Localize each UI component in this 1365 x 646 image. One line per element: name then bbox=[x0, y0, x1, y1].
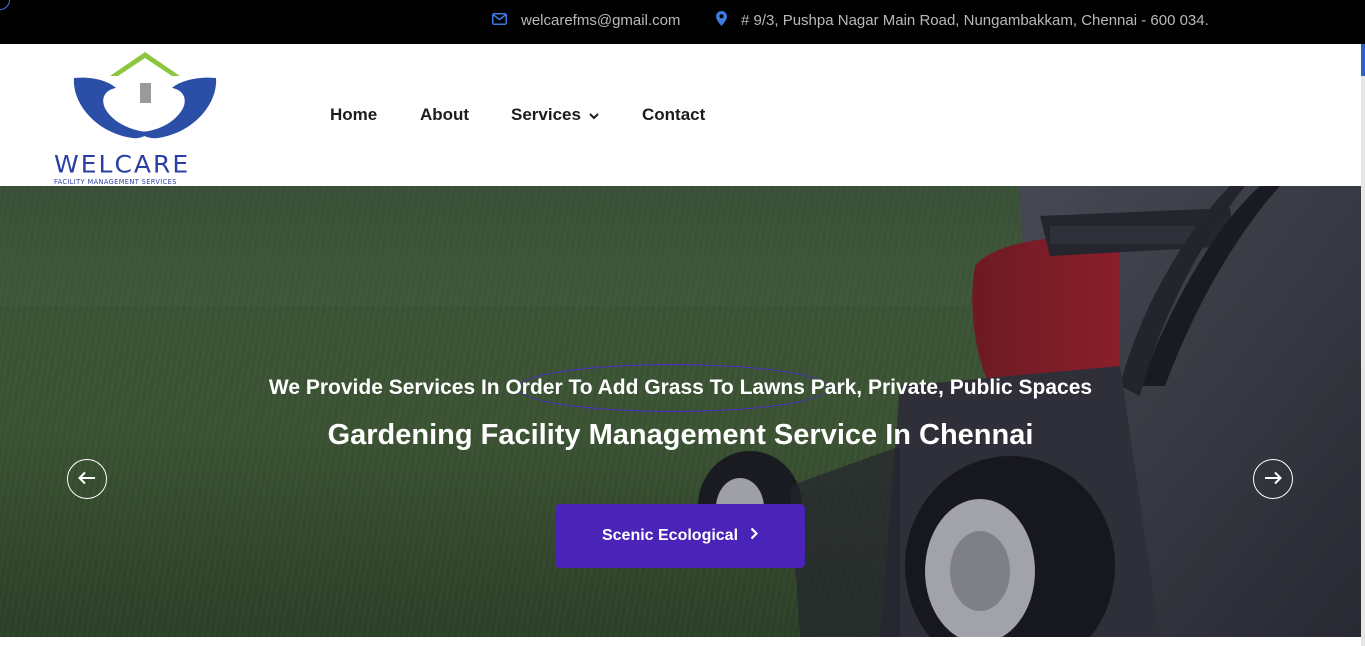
nav-services-label: Services bbox=[511, 105, 581, 124]
email-text[interactable]: welcarefms@gmail.com bbox=[521, 12, 680, 29]
nav-about-link[interactable]: About bbox=[420, 105, 469, 125]
page-bottom bbox=[0, 637, 1361, 646]
logo-hands-house-icon bbox=[73, 52, 217, 139]
chevron-down-icon bbox=[589, 105, 599, 125]
envelope-icon bbox=[492, 12, 507, 29]
scrollbar-thumb[interactable] bbox=[1361, 44, 1365, 76]
arrow-left-icon bbox=[78, 468, 96, 491]
hero-slider: We Provide Services In Order To Add Gras… bbox=[0, 186, 1361, 637]
logo-tagline: FACILITY MANAGEMENT SERVICES bbox=[54, 178, 177, 186]
address-text: # 9/3, Pushpa Nagar Main Road, Nungambak… bbox=[741, 11, 1209, 29]
topbar-email[interactable]: welcarefms@gmail.com bbox=[492, 0, 680, 40]
arrow-right-icon bbox=[1264, 468, 1282, 491]
corner-circle-icon bbox=[0, 0, 10, 10]
nav-about[interactable]: About bbox=[420, 44, 469, 186]
nav-services[interactable]: Services bbox=[511, 44, 599, 186]
topbar-address: # 9/3, Pushpa Nagar Main Road, Nungambak… bbox=[716, 0, 1209, 40]
nav-home-link[interactable]: Home bbox=[330, 105, 377, 125]
nav-contact[interactable]: Contact bbox=[642, 44, 705, 186]
scrollbar[interactable] bbox=[1361, 44, 1365, 646]
logo-wordmark: WELCARE bbox=[54, 150, 191, 179]
nav-contact-link[interactable]: Contact bbox=[642, 105, 705, 125]
scenic-ecological-button[interactable]: Scenic Ecological bbox=[555, 504, 805, 568]
map-pin-icon bbox=[716, 10, 727, 30]
cta-label: Scenic Ecological bbox=[601, 527, 739, 544]
hero-title: Gardening Facility Management Service In… bbox=[327, 419, 1034, 451]
site-logo[interactable]: WELCARE FACILITY MANAGEMENT SERVICES bbox=[54, 52, 236, 186]
chevron-right-icon bbox=[750, 527, 759, 545]
top-bar: welcarefms@gmail.com # 9/3, Pushpa Nagar… bbox=[0, 0, 1365, 44]
slider-next-button[interactable] bbox=[1253, 459, 1293, 499]
nav-home[interactable]: Home bbox=[330, 44, 377, 186]
slider-prev-button[interactable] bbox=[67, 459, 107, 499]
site-header: WELCARE FACILITY MANAGEMENT SERVICES Hom… bbox=[0, 44, 1361, 186]
nav-services-link[interactable]: Services bbox=[511, 105, 599, 125]
hero-subtitle: We Provide Services In Order To Add Gras… bbox=[268, 376, 1093, 399]
